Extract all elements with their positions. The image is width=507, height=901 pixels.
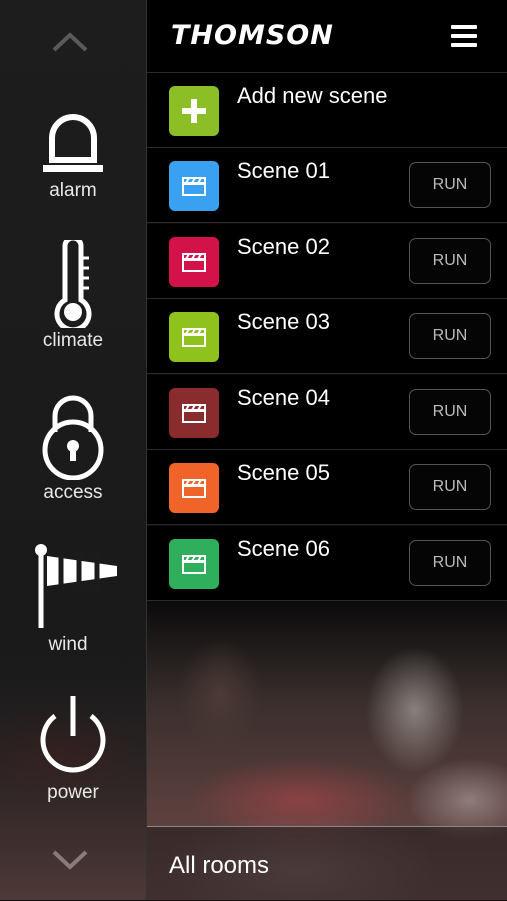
sidebar-item-power[interactable]: power bbox=[0, 692, 146, 804]
chevron-down-icon[interactable] bbox=[50, 848, 90, 872]
brand-logo: THOMSON bbox=[171, 20, 334, 51]
sidebar-item-label: alarm bbox=[49, 180, 97, 201]
scene-label: Scene 02 bbox=[237, 233, 330, 259]
clapperboard-icon bbox=[169, 161, 219, 211]
scene-label: Scene 05 bbox=[237, 460, 330, 485]
sidebar-item-label: power bbox=[47, 782, 99, 803]
padlock-icon bbox=[42, 395, 104, 480]
add-scene-row[interactable]: Add new scene bbox=[147, 73, 507, 148]
thermometer-icon bbox=[54, 240, 92, 328]
alarm-icon bbox=[43, 114, 103, 172]
scene-row[interactable]: Scene 02 RUN bbox=[147, 223, 507, 299]
sidebar-item-label: climate bbox=[42, 330, 104, 351]
sidebar-item-label: wind bbox=[48, 634, 88, 655]
scenes-panel: THOMSON Add new scene Scene 01 RUN Scene 0… bbox=[147, 0, 507, 901]
plus-icon bbox=[169, 86, 219, 136]
clapperboard-icon bbox=[169, 236, 219, 287]
scene-label: Scene 06 bbox=[237, 535, 330, 561]
sidebar: alarm climate access wind power bbox=[0, 0, 147, 900]
scene-row[interactable]: Scene 01 RUN bbox=[147, 148, 507, 223]
scene-label: Scene 01 bbox=[237, 158, 330, 183]
clapperboard-icon bbox=[169, 538, 219, 589]
run-button[interactable]: RUN bbox=[409, 464, 491, 510]
scene-label: Scene 04 bbox=[237, 384, 330, 410]
chevron-up-icon[interactable] bbox=[50, 30, 90, 54]
scene-label: Scene 03 bbox=[237, 309, 330, 334]
clapperboard-icon bbox=[169, 463, 219, 513]
hamburger-menu-icon[interactable] bbox=[451, 25, 477, 47]
run-button[interactable]: RUN bbox=[409, 237, 491, 284]
windsock-icon bbox=[35, 544, 117, 628]
run-button[interactable]: RUN bbox=[409, 162, 491, 208]
scene-row[interactable]: Scene 03 RUN bbox=[147, 299, 507, 374]
run-button[interactable]: RUN bbox=[409, 313, 491, 359]
sidebar-item-label: access bbox=[43, 482, 103, 503]
header: THOMSON bbox=[147, 0, 507, 73]
run-button[interactable]: RUN bbox=[409, 539, 491, 586]
sidebar-item-climate[interactable]: climate bbox=[0, 240, 146, 352]
run-button[interactable]: RUN bbox=[409, 388, 491, 435]
all-rooms-bar[interactable]: All rooms bbox=[147, 826, 507, 901]
sidebar-item-alarm[interactable]: alarm bbox=[0, 108, 146, 202]
scene-row[interactable]: Scene 04 RUN bbox=[147, 374, 507, 450]
clapperboard-icon bbox=[169, 387, 219, 438]
scene-row[interactable]: Scene 05 RUN bbox=[147, 450, 507, 525]
sidebar-item-access[interactable]: access bbox=[0, 392, 146, 504]
clapperboard-icon bbox=[169, 312, 219, 362]
add-scene-label: Add new scene bbox=[237, 83, 388, 108]
power-icon bbox=[40, 696, 106, 773]
all-rooms-label: All rooms bbox=[169, 852, 270, 879]
scene-row[interactable]: Scene 06 RUN bbox=[147, 525, 507, 601]
sidebar-item-wind[interactable]: wind bbox=[0, 542, 146, 656]
